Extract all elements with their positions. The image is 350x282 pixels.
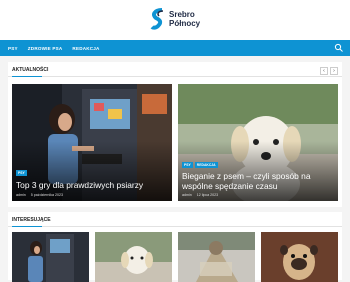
- news-section: AKTUALNOŚCI ‹ › PSY Top 3 gry dla prawdz…: [8, 62, 342, 207]
- card-tags: PSY: [16, 170, 27, 176]
- card-tags: PSY REDAKCJA: [182, 162, 218, 168]
- featured-card[interactable]: PSY REDAKCJA Bieganie z psem – czyli spo…: [178, 84, 338, 201]
- card-title[interactable]: Top 3 gry dla prawdziwych psiarzy: [16, 180, 168, 190]
- tag[interactable]: REDAKCJA: [194, 162, 218, 168]
- slider-next-button[interactable]: ›: [330, 67, 338, 75]
- site-name: Srebro Północy: [169, 10, 200, 28]
- slider-prev-button[interactable]: ‹: [320, 67, 328, 75]
- slider-arrows: ‹ ›: [320, 67, 338, 75]
- news-section-title: AKTUALNOŚCI: [8, 62, 342, 77]
- article-thumbnail[interactable]: [178, 232, 255, 282]
- main-nav: PSY ZDROWIE PSA REDAKCJA: [0, 40, 350, 56]
- tag[interactable]: PSY: [16, 170, 27, 176]
- dog-blanket-thumb-image: [178, 232, 255, 282]
- logo-mark-icon: [150, 8, 164, 30]
- nav-item-redakcja[interactable]: REDAKCJA: [72, 46, 99, 51]
- card-meta: admin 12 lipca 2023: [182, 193, 218, 197]
- card-gradient: [12, 141, 172, 201]
- card-date: 5 października 2023: [30, 193, 63, 197]
- puppy-thumb-image: [95, 232, 172, 282]
- card-title[interactable]: Bieganie z psem – czyli sposób na wspóln…: [182, 171, 334, 191]
- site-name-line2: Północy: [169, 19, 201, 28]
- pug-thumb-image: [261, 232, 338, 282]
- article-thumbnail[interactable]: [95, 232, 172, 282]
- site-name-line1: Srebro: [169, 10, 195, 19]
- card-meta: admin 5 października 2023: [16, 193, 63, 197]
- interesting-section: INTERESUJĄCE: [8, 212, 342, 282]
- nav-item-zdrowie-psa[interactable]: ZDROWIE PSA: [28, 46, 63, 51]
- tag[interactable]: PSY: [182, 162, 193, 168]
- site-logo[interactable]: Srebro Północy: [150, 8, 200, 30]
- featured-card[interactable]: PSY Top 3 gry dla prawdziwych psiarzy ad…: [12, 84, 172, 201]
- card-author[interactable]: admin: [16, 193, 26, 197]
- article-thumbnail[interactable]: [261, 232, 338, 282]
- article-thumbnail[interactable]: [12, 232, 89, 282]
- arcade-thumb-image: [12, 232, 89, 282]
- site-header: Srebro Północy: [0, 0, 350, 40]
- card-author[interactable]: admin: [182, 193, 192, 197]
- card-date: 12 lipca 2023: [196, 193, 219, 197]
- interesting-section-title: INTERESUJĄCE: [8, 212, 342, 227]
- nav-item-psy[interactable]: PSY: [8, 46, 18, 51]
- search-icon[interactable]: [334, 43, 344, 53]
